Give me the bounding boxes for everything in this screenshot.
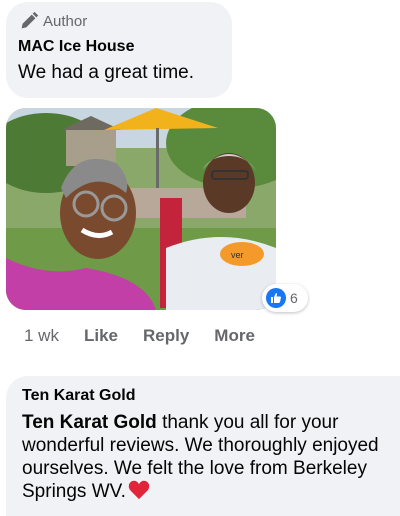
svg-text:ver: ver: [231, 250, 244, 260]
reaction-summary[interactable]: 6: [262, 284, 308, 312]
author-badge-label: Author: [43, 12, 88, 30]
more-button[interactable]: More: [214, 326, 255, 346]
comment-photo[interactable]: ver: [6, 108, 276, 310]
thumbs-up-icon: [266, 288, 286, 308]
comment-text: We had a great time.: [18, 62, 195, 83]
reply-button[interactable]: Reply: [143, 326, 189, 346]
commenter-name[interactable]: MAC Ice House: [18, 38, 134, 56]
heart-emoji: [128, 480, 150, 500]
comment-actions: 1 wk Like Reply More: [24, 326, 280, 346]
like-button[interactable]: Like: [84, 326, 118, 346]
pen-icon: [21, 11, 39, 29]
timestamp[interactable]: 1 wk: [24, 326, 59, 346]
mention-tag[interactable]: Ten Karat Gold: [22, 412, 157, 433]
reaction-count: 6: [290, 290, 298, 306]
commenter-name[interactable]: Ten Karat Gold: [22, 387, 136, 405]
author-badge: Author: [18, 10, 87, 32]
comment-text: Ten Karat Gold thank you all for your wo…: [22, 411, 398, 503]
